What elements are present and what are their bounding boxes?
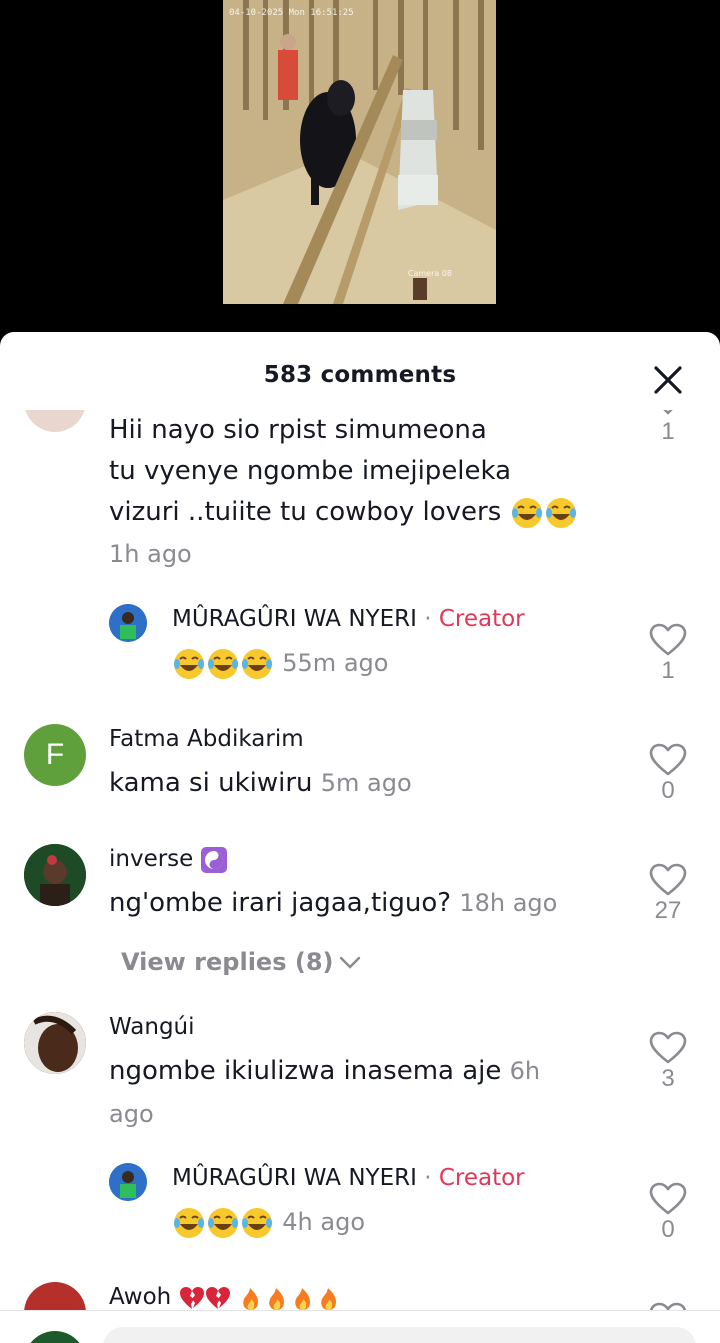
comment-time: 1h ago xyxy=(109,540,192,568)
username-text[interactable]: MÛRAGÛRI WA NYERI xyxy=(172,1165,417,1191)
like-count: 1 xyxy=(661,418,675,445)
laughing-emoji-icon xyxy=(208,1207,238,1238)
comment-input[interactable] xyxy=(103,1327,696,1343)
fire-emoji-icon xyxy=(269,1287,284,1310)
comment-time: 5m ago xyxy=(320,769,412,797)
avatar[interactable] xyxy=(24,844,86,906)
comment-time: 4h ago xyxy=(282,1208,365,1236)
heart-icon xyxy=(649,743,687,776)
fire-emoji-icon xyxy=(321,1287,336,1310)
comment-text: Hii nayo sio rpist simumeona tu vyenye n… xyxy=(109,410,629,533)
laughing-emoji-icon xyxy=(242,1207,272,1238)
like-count: 0 xyxy=(661,777,675,804)
avatar[interactable] xyxy=(24,410,86,432)
chevron-down-icon xyxy=(663,410,673,415)
video-frame-illustration xyxy=(223,0,496,304)
chevron-down-icon xyxy=(340,956,361,969)
like-count: 0 xyxy=(661,1216,675,1243)
fire-emoji-icon xyxy=(295,1287,310,1310)
close-icon xyxy=(654,366,682,394)
avatar-image xyxy=(109,1163,147,1201)
comment-body: ng'ombe irari jagaa,tiguo? xyxy=(109,888,452,918)
comment-time: 6h xyxy=(509,1057,541,1085)
video-camera-label: Camera 08 xyxy=(407,269,452,278)
view-replies-button[interactable]: View replies (8) xyxy=(121,948,363,976)
like-button[interactable] xyxy=(648,1302,688,1310)
comment-username: MÛRAGÛRI WA NYERI · Creator xyxy=(172,606,525,632)
like-button[interactable]: 1 xyxy=(648,623,688,685)
comment-username: inverse xyxy=(109,846,227,873)
broken-heart-emoji-icon xyxy=(205,1286,230,1309)
laughing-emoji-icon xyxy=(511,497,542,528)
comment-text-line: tu vyenye ngombe imejipeleka xyxy=(109,456,512,486)
comment-username[interactable]: Fatma Abdikarim xyxy=(109,726,304,752)
comment-time: 18h ago xyxy=(459,889,558,917)
laughing-emoji-icon xyxy=(174,648,204,679)
comment-text-line: Hii nayo sio rpist simumeona xyxy=(109,415,487,445)
avatar[interactable] xyxy=(24,1012,86,1074)
comments-header: 583 comments xyxy=(0,332,720,412)
avatar-image xyxy=(109,604,147,642)
laughing-emoji-icon xyxy=(208,648,238,679)
comment-text: ngombe ikiulizwa inasema aje 6h xyxy=(109,1051,589,1092)
like-button[interactable]: 1 xyxy=(648,410,688,446)
laughing-emoji-icon xyxy=(242,648,272,679)
comment-text: kama si ukiwiru 5m ago xyxy=(109,763,412,804)
video-area[interactable]: 04-10-2025 Mon 16:51:25 Camera 08 xyxy=(0,0,720,332)
comment-text: 55m ago xyxy=(172,643,388,684)
broken-heart-emoji-icon xyxy=(179,1286,204,1309)
video-thumbnail[interactable]: 04-10-2025 Mon 16:51:25 Camera 08 xyxy=(223,0,496,304)
comment-count: 583 comments xyxy=(263,362,457,388)
like-button[interactable]: 0 xyxy=(648,743,688,805)
comment-time: 55m ago xyxy=(282,649,389,677)
like-button[interactable]: 27 xyxy=(648,863,688,925)
avatar[interactable] xyxy=(109,604,147,642)
comments-list[interactable]: Hii nayo sio rpist simumeona tu vyenye n… xyxy=(0,410,720,1310)
heart-icon xyxy=(649,1031,687,1064)
like-count: 1 xyxy=(661,657,675,684)
heart-icon xyxy=(649,1302,687,1310)
my-avatar xyxy=(24,1331,86,1343)
heart-icon xyxy=(649,623,687,656)
close-button[interactable] xyxy=(650,362,686,398)
username-text[interactable]: Awoh xyxy=(109,1284,171,1310)
view-replies-label: View replies (8) xyxy=(121,948,334,976)
fire-emoji-icon xyxy=(243,1287,258,1310)
comment-text-line: vizuri ..tuiite tu cowboy lovers xyxy=(109,492,629,533)
video-timestamp: 04-10-2025 Mon 16:51:25 xyxy=(229,8,354,18)
heart-icon xyxy=(649,863,687,896)
avatar[interactable] xyxy=(24,1282,86,1310)
yin-yang-emoji-icon xyxy=(200,846,227,873)
comment-body: ngombe ikiulizwa inasema aje xyxy=(109,1056,502,1086)
avatar-image xyxy=(24,844,86,906)
comment-text: ng'ombe irari jagaa,tiguo? 18h ago xyxy=(109,883,557,924)
comments-sheet: 583 comments Hii nayo sio rpist simumeon… xyxy=(0,332,720,1343)
comment-text: 4h ago xyxy=(172,1202,365,1243)
comment-username: Awoh xyxy=(109,1284,342,1310)
like-count: 3 xyxy=(661,1065,675,1092)
avatar-image xyxy=(24,1012,86,1074)
username-text[interactable]: inverse xyxy=(109,846,193,872)
creator-badge: Creator xyxy=(438,606,525,632)
avatar[interactable]: F xyxy=(24,724,86,786)
laughing-emoji-icon xyxy=(174,1207,204,1238)
like-count: 27 xyxy=(654,897,682,924)
comment-username: MÛRAGÛRI WA NYERI · Creator xyxy=(172,1165,525,1191)
laughing-emoji-icon xyxy=(545,497,576,528)
separator: · xyxy=(424,606,432,632)
separator: · xyxy=(424,1165,432,1191)
heart-icon xyxy=(649,1182,687,1215)
comment-body: kama si ukiwiru xyxy=(109,768,313,798)
comment-time: ago xyxy=(109,1100,154,1128)
like-button[interactable]: 3 xyxy=(648,1031,688,1093)
comment-username[interactable]: Wangúi xyxy=(109,1014,195,1040)
avatar-letter: F xyxy=(45,738,65,771)
creator-badge: Creator xyxy=(438,1165,525,1191)
avatar[interactable] xyxy=(109,1163,147,1201)
comment-input-bar xyxy=(0,1310,720,1343)
username-text[interactable]: MÛRAGÛRI WA NYERI xyxy=(172,606,417,632)
like-button[interactable]: 0 xyxy=(648,1182,688,1244)
